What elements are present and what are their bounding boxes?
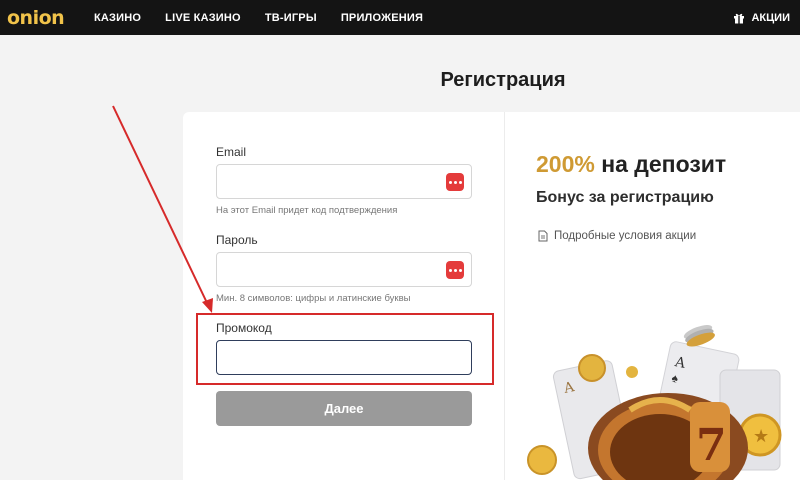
page-title: Регистрация — [440, 69, 566, 91]
bonus-subtitle: Бонус за регистрацию — [536, 189, 714, 206]
email-label: Email — [216, 145, 247, 159]
password-field[interactable] — [216, 252, 472, 287]
nav-item-apps[interactable]: ПРИЛОЖЕНИЯ — [341, 12, 423, 24]
next-button[interactable]: Далее — [216, 391, 472, 426]
password-hint: Мин. 8 символов: цифры и латинские буквы — [216, 293, 411, 304]
bonus-title: 200% на депозит — [536, 151, 726, 178]
casino-slot-illustration: A A ♠ ★ 7 — [527, 325, 782, 480]
password-manager-icon[interactable] — [446, 173, 464, 191]
email-field[interactable] — [216, 164, 472, 199]
promotions-label: АКЦИИ — [751, 11, 790, 24]
terms-link-label: Подробные условия акции — [554, 230, 697, 242]
svg-text:7: 7 — [696, 420, 727, 471]
svg-text:★: ★ — [753, 426, 769, 446]
document-icon — [538, 230, 548, 242]
password-label: Пароль — [216, 233, 258, 247]
password-manager-icon[interactable] — [446, 261, 464, 279]
highlight-box — [196, 313, 494, 385]
terms-link[interactable]: Подробные условия акции — [538, 230, 696, 242]
onion-logo[interactable]: onion — [7, 7, 65, 29]
promotions-link[interactable]: АКЦИИ — [733, 0, 790, 35]
gift-icon — [734, 13, 745, 23]
top-nav-bar: onion КАЗИНО LIVE КАЗИНО ТВ-ИГРЫ ПРИЛОЖЕ… — [0, 0, 800, 35]
bonus-percent: 200% — [536, 151, 595, 177]
nav-item-casino[interactable]: КАЗИНО — [94, 12, 141, 24]
nav-item-live-casino[interactable]: LIVE КАЗИНО — [165, 12, 241, 24]
nav-item-tv-games[interactable]: ТВ-ИГРЫ — [265, 12, 317, 24]
card-divider — [504, 112, 505, 480]
main-nav: КАЗИНО LIVE КАЗИНО ТВ-ИГРЫ ПРИЛОЖЕНИЯ — [94, 0, 423, 35]
email-hint: На этот Email придет код подтверждения — [216, 205, 398, 216]
bonus-title-text: на депозит — [601, 151, 727, 177]
